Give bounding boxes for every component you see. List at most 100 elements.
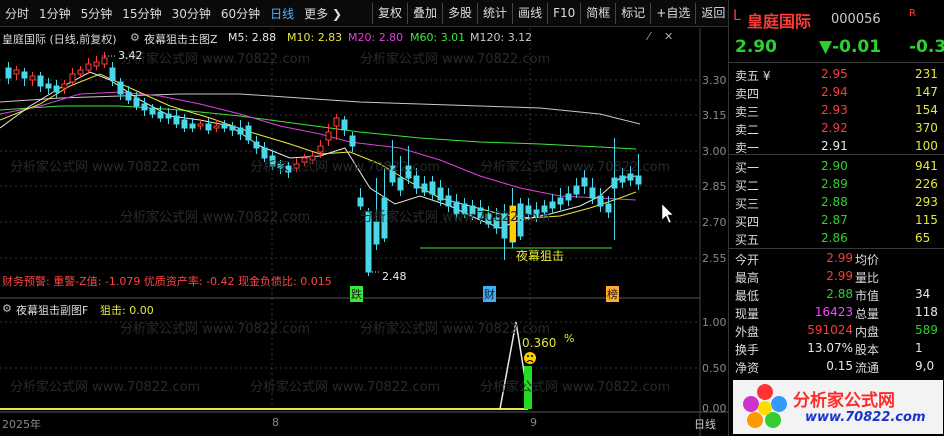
tab-period-15min[interactable]: 15分钟 — [117, 5, 166, 22]
chart-area[interactable]: 分析家公式网 www.70822.com 分析家公式网 www.70822.co… — [0, 28, 728, 436]
signal-label: 夜幕狙击 — [516, 249, 565, 263]
watermark: 分析家公式网 www.70822.com — [10, 380, 201, 395]
indicator-name[interactable]: 夜幕狙击主图Z — [144, 31, 218, 47]
divider — [729, 154, 944, 155]
stat-row: 最高 2.99 量比 — [729, 268, 944, 286]
candle-body — [69, 73, 76, 83]
watermark: 分析家公式网 www.70822.com — [360, 210, 551, 225]
event-mark-fall[interactable]: 跌 — [350, 286, 363, 302]
stats-button[interactable]: 统计 — [477, 2, 512, 24]
sad-face-icon — [524, 352, 536, 364]
candle-body — [237, 127, 244, 135]
stat-row: 换手 13.07% 股本 1 — [729, 340, 944, 358]
candle-body — [317, 145, 324, 153]
candle-body — [5, 67, 12, 79]
bid-row[interactable]: 买五 2.86 65 — [729, 230, 944, 248]
kline-chart[interactable] — [0, 28, 728, 436]
back-button[interactable]: 返回 — [695, 2, 730, 24]
stat-value: 34 — [915, 287, 931, 301]
candle-body — [565, 193, 572, 201]
ask-row[interactable]: 卖五 ¥ 2.95 231 — [729, 66, 944, 84]
adjust-button[interactable]: 复权 — [372, 2, 407, 24]
y-tick: 3.15 — [702, 109, 727, 122]
ask-label: 卖五 ¥ — [735, 69, 771, 83]
candle-body — [141, 103, 148, 111]
period-label[interactable]: 日线 — [694, 416, 716, 432]
candle-body — [37, 75, 44, 87]
y-tick: 2.55 — [702, 252, 727, 265]
sub-settings-icon[interactable]: ⚙ — [2, 302, 12, 315]
candle-body — [581, 177, 588, 187]
ask-row[interactable]: 卖二 2.92 370 — [729, 120, 944, 138]
tab-period-60min[interactable]: 60分钟 — [216, 5, 265, 22]
candle-body — [93, 61, 100, 67]
watermark: 分析家公式网 www.70822.com — [480, 160, 671, 175]
ask-row[interactable]: 卖三 2.93 154 — [729, 102, 944, 120]
tab-period-30min[interactable]: 30分钟 — [167, 5, 216, 22]
quote-panel: L 皇庭国际 000056 R 2.90 ▼-0.01 -0.3 卖五 ¥ 2.… — [728, 0, 944, 436]
l-mark: L — [733, 8, 741, 24]
candle-body — [101, 57, 108, 65]
candle-body — [245, 125, 252, 141]
tab-period-minute[interactable]: 分时 — [0, 5, 34, 22]
ask-label: 卖四 — [735, 87, 760, 101]
bid-volume: 941 — [915, 159, 938, 173]
close-icon[interactable]: ✕ — [664, 30, 673, 43]
bid-row[interactable]: 买三 2.88 293 — [729, 194, 944, 212]
candle-body — [149, 107, 156, 115]
bid-row[interactable]: 买四 2.87 115 — [729, 212, 944, 230]
candle-body — [165, 113, 172, 119]
logo-text: 分析家公式网 — [793, 391, 895, 411]
bid-row[interactable]: 买二 2.89 226 — [729, 176, 944, 194]
candle-body — [349, 135, 356, 147]
tab-period-daily[interactable]: 日线 — [265, 5, 299, 22]
watermark: 分析家公式网 www.70822.com — [250, 160, 441, 175]
candle-body — [611, 177, 618, 189]
tab-period-5min[interactable]: 5分钟 — [76, 5, 118, 22]
simple-frame-button[interactable]: 简框 — [580, 2, 615, 24]
stat-label: 股本 — [855, 343, 880, 357]
stat-value: 2.88 — [826, 287, 853, 301]
watermark: 分析家公式网 www.70822.com — [120, 52, 311, 67]
sub-chart-value: 狙击: 0.00 — [100, 304, 154, 317]
stat-value: 2.99 — [826, 269, 853, 283]
stat-label: 最低 — [735, 289, 760, 303]
stat-label: 市值 — [855, 289, 880, 303]
candle-body — [61, 83, 68, 89]
candle-body — [157, 111, 164, 119]
bid-label: 买四 — [735, 215, 760, 229]
overlay-button[interactable]: 叠加 — [407, 2, 442, 24]
candle-body — [445, 195, 452, 207]
bid-row[interactable]: 买一 2.90 941 — [729, 158, 944, 176]
event-mark-board[interactable]: 榜 — [606, 286, 619, 302]
f10-button[interactable]: F10 — [547, 2, 580, 24]
stock-code: 000056 — [831, 12, 881, 27]
ask-row[interactable]: 卖四 2.94 147 — [729, 84, 944, 102]
mark-button[interactable]: 标记 — [615, 2, 650, 24]
bid-label: 买五 — [735, 233, 760, 247]
candle-body — [589, 187, 596, 199]
event-mark-finance[interactable]: 财 — [483, 286, 496, 302]
bid-volume: 293 — [915, 195, 938, 209]
ma10-label: M10: 2.83 — [287, 31, 343, 44]
watermark: 分析家公式网 www.70822.com — [480, 380, 671, 395]
tab-period-1min[interactable]: 1分钟 — [34, 5, 76, 22]
multi-stock-button[interactable]: 多股 — [442, 2, 477, 24]
y-tick: 2.85 — [702, 180, 727, 193]
stat-value: 13.07% — [807, 341, 853, 355]
stat-value: 16423 — [814, 305, 853, 319]
ask-label: 卖三 — [735, 105, 760, 119]
watermark: 分析家公式网 www.70822.com — [250, 380, 441, 395]
draw-button[interactable]: 画线 — [512, 2, 547, 24]
ask-volume: 147 — [915, 85, 938, 99]
watermark: 分析家公式网 www.70822.com — [360, 52, 551, 67]
add-watchlist-button[interactable]: +自选 — [650, 2, 695, 24]
tab-period-more[interactable]: 更多 ❯ — [299, 5, 347, 22]
indicator-settings-icon[interactable]: ⚙ — [130, 31, 140, 44]
ask-price: 2.92 — [821, 121, 848, 135]
sub-chart-title[interactable]: 夜幕狙击副图F — [16, 302, 88, 318]
expand-icon[interactable]: ⁄ — [648, 30, 650, 43]
chart-title: 皇庭国际 (日线,前复权) — [2, 33, 117, 46]
bid-price: 2.86 — [821, 231, 848, 245]
stat-label: 流通 — [855, 361, 880, 375]
